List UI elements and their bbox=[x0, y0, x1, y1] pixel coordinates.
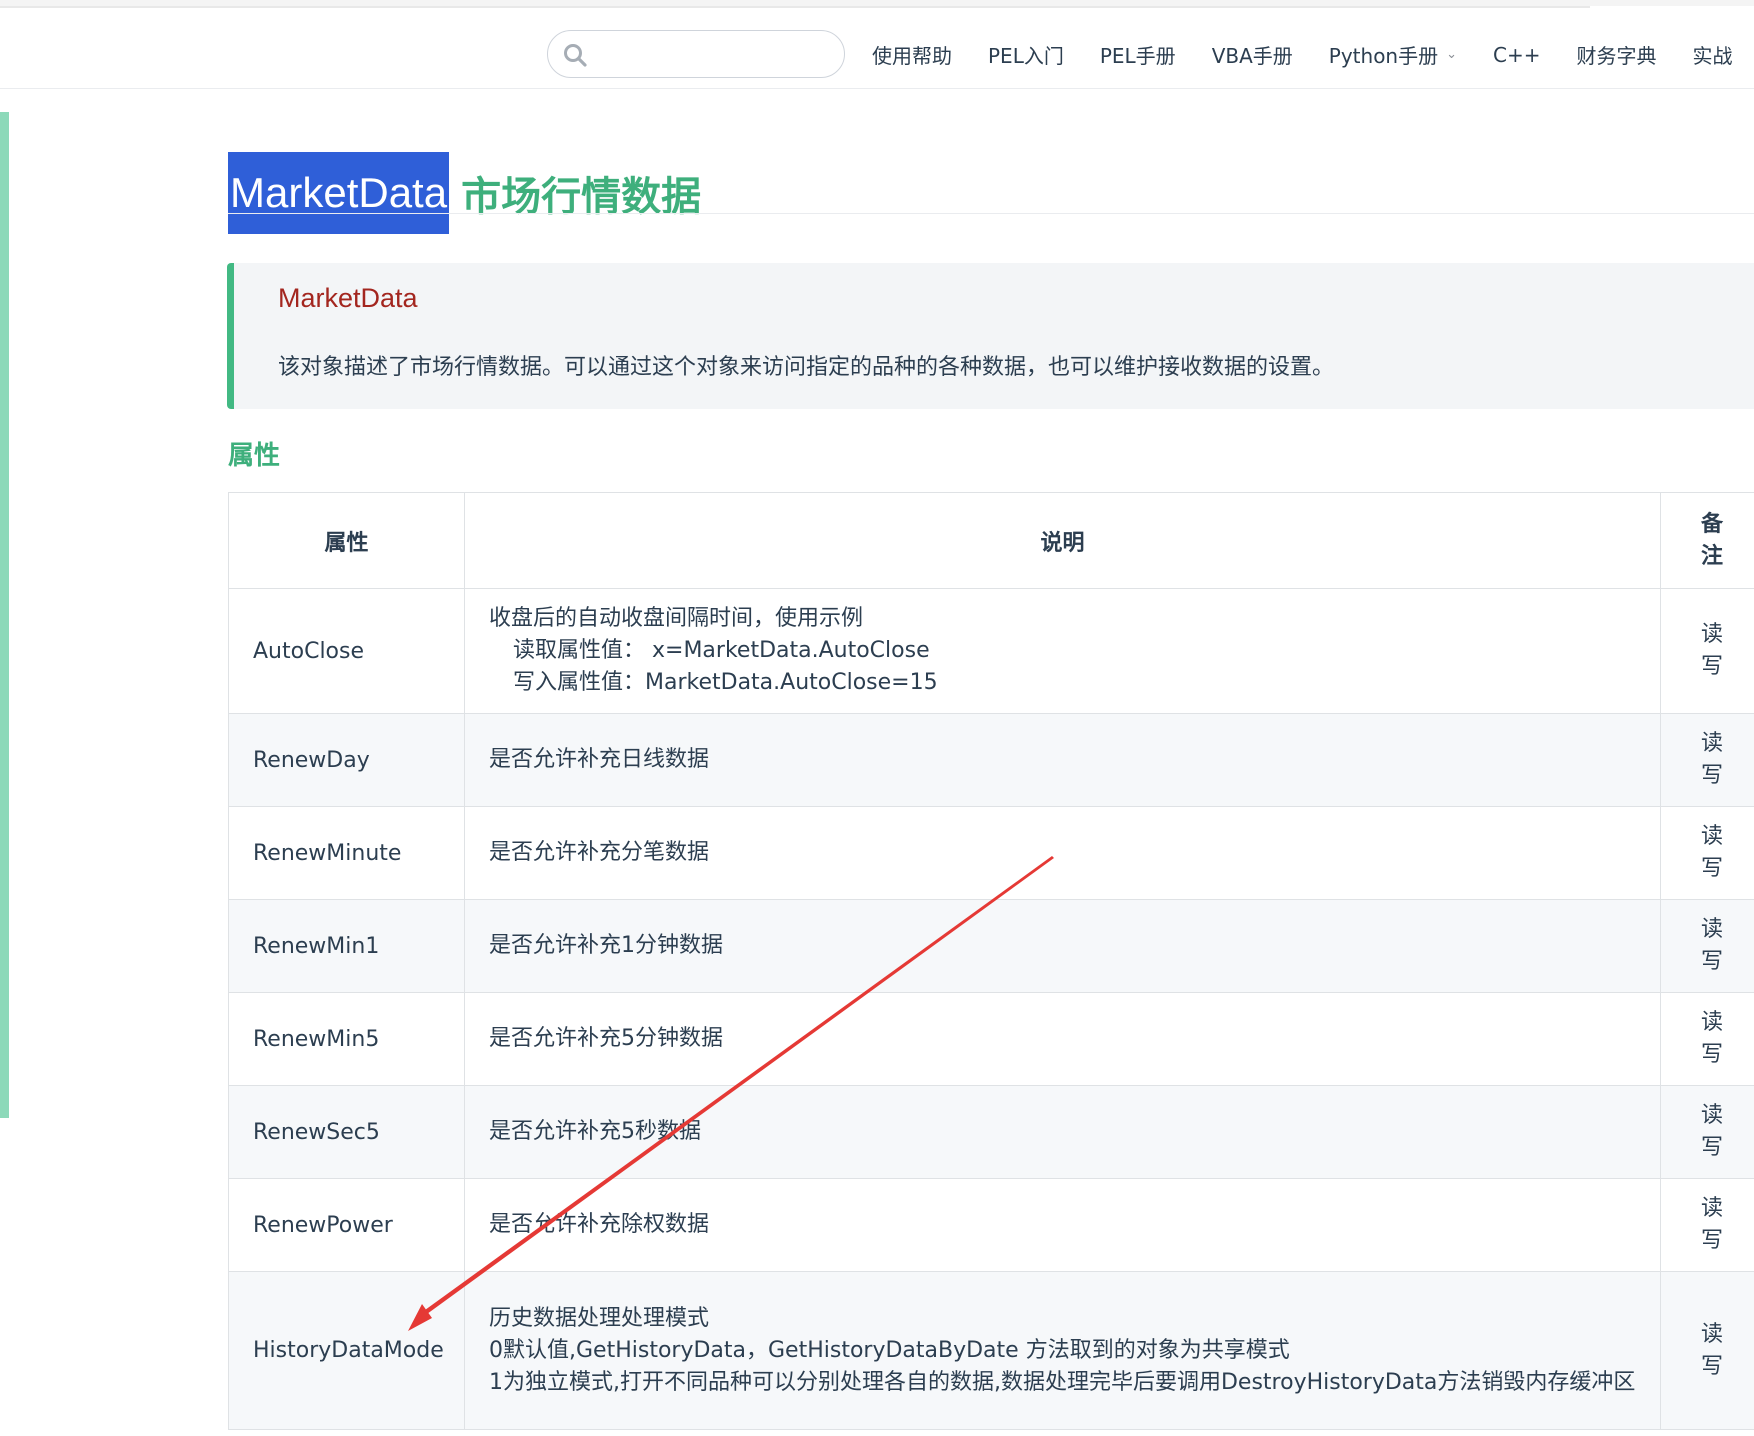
note-text: 读写 bbox=[1701, 622, 1724, 679]
note-text: 读写 bbox=[1701, 1196, 1724, 1253]
cell-desc: 是否允许补充1分钟数据 bbox=[464, 899, 1661, 993]
desc-line: 是否允许补充5秒数据 bbox=[489, 1119, 701, 1144]
header-label: 属性 bbox=[324, 530, 369, 556]
note-text: 读写 bbox=[1701, 917, 1724, 974]
nav-link-label: C++ bbox=[1493, 42, 1541, 67]
table-row: RenewMinute 是否允许补充分笔数据 读写 bbox=[228, 806, 1754, 900]
desc-line: 是否允许补充除权数据 bbox=[489, 1212, 710, 1237]
tip-title: MarketData bbox=[278, 283, 418, 313]
sidebar-scroll-indicator[interactable] bbox=[0, 112, 9, 1118]
table-row: HistoryDataMode 历史数据处理处理模式 0默认值,GetHisto… bbox=[228, 1271, 1754, 1430]
cell-prop: RenewDay bbox=[228, 713, 465, 807]
chevron-down-icon: ⌄ bbox=[1446, 47, 1458, 62]
table-header-row: 属性 说明 备注 bbox=[228, 492, 1754, 589]
header-note: 备注 bbox=[1660, 492, 1754, 589]
nav-link-help[interactable]: 使用帮助 bbox=[872, 40, 952, 69]
page-title: MarketData 市场行情数据 bbox=[228, 151, 701, 234]
desc-line: 读取属性值： x=MarketData.AutoClose bbox=[513, 638, 930, 663]
desc-line: 1为独立模式,打开不同品种可以分别处理各自的数据,数据处理完毕后要调用Destr… bbox=[489, 1369, 1636, 1395]
nav-link-pel-intro[interactable]: PEL入门 bbox=[988, 40, 1064, 69]
desc-line: 收盘后的自动收盘间隔时间，使用示例 bbox=[489, 606, 864, 631]
note-text: 读写 bbox=[1701, 1010, 1724, 1067]
cell-desc: 是否允许补充分笔数据 bbox=[464, 806, 1661, 900]
nav-link-label: 财务字典 bbox=[1576, 44, 1657, 68]
tip-text: 该对象描述了市场行情数据。可以通过这个对象来访问指定的品种的各种数据，也可以维护… bbox=[278, 355, 1335, 380]
page-title-highlighted: MarketData bbox=[228, 151, 450, 234]
desc-line: 是否允许补充日线数据 bbox=[489, 747, 710, 772]
nav-link-label: VBA手册 bbox=[1211, 44, 1293, 68]
nav-link-vba-manual[interactable]: VBA手册 bbox=[1212, 40, 1293, 69]
note-text: 读写 bbox=[1701, 824, 1724, 881]
note-text: 读写 bbox=[1701, 1321, 1724, 1379]
cell-desc: 是否允许补充5分钟数据 bbox=[464, 992, 1661, 1086]
header-label: 说明 bbox=[1040, 530, 1085, 556]
title-divider bbox=[228, 213, 1754, 214]
table-row: AutoClose 收盘后的自动收盘间隔时间，使用示例 读取属性值： x=Mar… bbox=[228, 588, 1754, 714]
header-label: 备注 bbox=[1701, 511, 1724, 569]
nav-link-label: PEL入门 bbox=[988, 44, 1064, 68]
cell-note: 读写 bbox=[1660, 992, 1754, 1086]
cell-note: 读写 bbox=[1660, 1271, 1754, 1430]
desc-line: 是否允许补充5分钟数据 bbox=[489, 1026, 723, 1051]
table-row: RenewDay 是否允许补充日线数据 读写 bbox=[228, 713, 1754, 807]
table-row: RenewPower 是否允许补充除权数据 读写 bbox=[228, 1178, 1754, 1272]
cell-prop: RenewPower bbox=[228, 1178, 465, 1272]
table-row: RenewMin5 是否允许补充5分钟数据 读写 bbox=[228, 992, 1754, 1086]
search-icon bbox=[564, 44, 587, 67]
nav-link-label: 使用帮助 bbox=[872, 44, 952, 68]
nav-link-cpp[interactable]: C++ bbox=[1493, 40, 1540, 69]
nav-links: 使用帮助 PEL入门 PEL手册 VBA手册 Python手册 ⌄ C++ 财务字… bbox=[872, 40, 1754, 69]
cell-note: 读写 bbox=[1660, 899, 1754, 993]
cell-prop: HistoryDataMode bbox=[228, 1271, 465, 1430]
note-text: 读写 bbox=[1701, 731, 1724, 788]
table-row: RenewSec5 是否允许补充5秒数据 读写 bbox=[228, 1085, 1754, 1179]
cell-prop: RenewSec5 bbox=[228, 1085, 465, 1179]
section-title-properties: 属性 bbox=[228, 441, 281, 471]
tip-block: MarketData 该对象描述了市场行情数据。可以通过这个对象来访问指定的品种… bbox=[227, 263, 1754, 409]
nav-link-python-manual[interactable]: Python手册 ⌄ bbox=[1329, 40, 1457, 69]
cell-desc: 是否允许补充除权数据 bbox=[464, 1178, 1661, 1272]
search-box[interactable] bbox=[547, 30, 845, 78]
desc-line: 是否允许补充1分钟数据 bbox=[489, 933, 723, 958]
search-input[interactable] bbox=[596, 39, 836, 71]
cell-desc: 是否允许补充5秒数据 bbox=[464, 1085, 1661, 1179]
header-desc: 说明 bbox=[464, 492, 1661, 589]
cell-note: 读写 bbox=[1660, 588, 1754, 714]
top-navbar: 使用帮助 PEL入门 PEL手册 VBA手册 Python手册 ⌄ C++ 财务字… bbox=[0, 8, 1754, 89]
cell-note: 读写 bbox=[1660, 713, 1754, 807]
desc-line: 写入属性值：MarketData.AutoClose=15 bbox=[513, 670, 938, 695]
cell-desc: 历史数据处理处理模式 0默认值,GetHistoryData，GetHistor… bbox=[464, 1271, 1661, 1430]
desc-line: 历史数据处理处理模式 bbox=[489, 1305, 710, 1331]
header-prop: 属性 bbox=[228, 492, 465, 589]
cell-prop: RenewMin5 bbox=[228, 992, 465, 1086]
properties-table: 属性 说明 备注 AutoClose 收盘后的自动收盘间隔时间，使用示例 读取属… bbox=[228, 492, 1754, 1430]
cell-prop: RenewMin1 bbox=[228, 899, 465, 993]
nav-link-label: PEL手册 bbox=[1099, 44, 1176, 68]
cell-desc: 收盘后的自动收盘间隔时间，使用示例 读取属性值： x=MarketData.Au… bbox=[464, 588, 1661, 714]
nav-link-pel-manual[interactable]: PEL手册 bbox=[1100, 40, 1176, 69]
cell-note: 读写 bbox=[1660, 806, 1754, 900]
cell-desc: 是否允许补充日线数据 bbox=[464, 713, 1661, 807]
table-row: RenewMin1 是否允许补充1分钟数据 读写 bbox=[228, 899, 1754, 993]
nav-link-label: Python手册 bbox=[1328, 44, 1439, 68]
desc-line: 0默认值,GetHistoryData，GetHistoryDataByDate… bbox=[489, 1337, 1290, 1363]
nav-link-finance-dictionary[interactable]: 财务字典 bbox=[1577, 40, 1657, 69]
cell-note: 读写 bbox=[1660, 1085, 1754, 1179]
cell-prop: AutoClose bbox=[228, 588, 465, 714]
note-text: 读写 bbox=[1701, 1103, 1724, 1160]
nav-link-practice[interactable]: 实战 bbox=[1693, 40, 1733, 69]
cell-prop: RenewMinute bbox=[228, 806, 465, 900]
nav-link-label: 实战 bbox=[1692, 44, 1733, 68]
desc-line: 是否允许补充分笔数据 bbox=[489, 840, 710, 865]
cell-note: 读写 bbox=[1660, 1178, 1754, 1272]
